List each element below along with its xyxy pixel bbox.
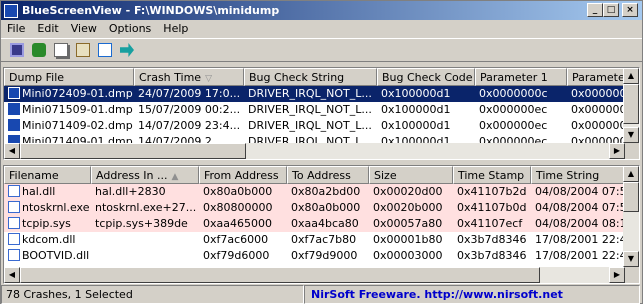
status-bar: 78 Crashes, 1 Selected NirSoft Freeware.… [1, 285, 642, 304]
menu-view[interactable]: View [65, 22, 103, 35]
html-report-button[interactable] [95, 40, 115, 60]
title-bar[interactable]: BlueScreenView - F:\WINDOWS\minidump _ □… [1, 1, 642, 20]
driver-file-icon [8, 201, 20, 213]
column-time-stamp[interactable]: Time Stamp [453, 166, 531, 184]
copy-button[interactable] [51, 40, 71, 60]
driver-row[interactable]: ntoskrnl.exe ntoskrnl.exe+27... 0x808000… [4, 200, 625, 216]
scroll-right-icon[interactable]: ▶ [609, 267, 625, 283]
properties-button[interactable] [73, 40, 93, 60]
crash-list-header: Dump File Crash Time ▽ Bug Check String B… [4, 68, 625, 86]
scroll-up-icon[interactable]: ▲ [623, 166, 639, 182]
driver-list-header: Filename Address In ... ▲ From Address To… [4, 166, 625, 184]
sort-down-icon: ▽ [205, 74, 212, 84]
crash-row[interactable]: Mini071409-02.dmp 14/07/2009 23:4... DRI… [4, 118, 625, 134]
scroll-left-icon[interactable]: ◀ [4, 143, 20, 159]
scroll-thumb[interactable] [623, 182, 639, 212]
column-time-string[interactable]: Time String [531, 166, 625, 184]
crash-list-hscrollbar[interactable]: ◀ ▶ [4, 143, 625, 159]
driver-list-panel: Filename Address In ... ▲ From Address To… [3, 165, 640, 284]
driver-row[interactable]: BOOTVID.dll 0xf79d6000 0xf79d9000 0x0000… [4, 248, 625, 264]
driver-list-vscrollbar[interactable]: ▲ ▼ [623, 166, 639, 267]
save-button[interactable] [7, 40, 27, 60]
dump-file-icon [8, 135, 20, 143]
column-address-in-stack[interactable]: Address In ... ▲ [91, 166, 199, 184]
column-parameter-2[interactable]: Parameter [567, 68, 625, 86]
column-filename[interactable]: Filename [4, 166, 91, 184]
copy-icon [54, 43, 68, 57]
window-title: BlueScreenView - F:\WINDOWS\minidump [22, 4, 280, 17]
minimize-button[interactable]: _ [587, 3, 603, 17]
app-icon [4, 3, 18, 18]
crash-row[interactable]: Mini072409-01.dmp 24/07/2009 17:0... DRI… [4, 86, 625, 102]
column-parameter-1[interactable]: Parameter 1 [475, 68, 567, 86]
column-from-address[interactable]: From Address [199, 166, 287, 184]
refresh-icon [32, 43, 46, 57]
scroll-thumb[interactable] [20, 143, 246, 159]
driver-file-icon [8, 217, 20, 229]
crash-list-vscrollbar[interactable]: ▲ ▼ [623, 68, 639, 143]
toolbar [1, 38, 642, 62]
save-icon [10, 43, 24, 57]
column-bug-check-string[interactable]: Bug Check String [244, 68, 377, 86]
column-to-address[interactable]: To Address [287, 166, 369, 184]
scroll-left-icon[interactable]: ◀ [4, 267, 20, 283]
column-bug-check-code[interactable]: Bug Check Code [377, 68, 475, 86]
scroll-thumb[interactable] [623, 84, 639, 124]
driver-file-icon [8, 185, 20, 197]
driver-file-icon [8, 249, 20, 261]
html-report-icon [98, 43, 112, 57]
dump-file-icon [8, 119, 20, 131]
status-crash-count: 78 Crashes, 1 Selected [1, 285, 304, 304]
menu-edit[interactable]: Edit [31, 22, 64, 35]
menu-options[interactable]: Options [103, 22, 157, 35]
close-button[interactable]: × [622, 3, 638, 17]
dump-file-icon [8, 87, 20, 99]
menu-bar: File Edit View Options Help [1, 20, 642, 37]
scroll-corner [625, 267, 639, 283]
driver-list-hscrollbar[interactable]: ◀ ▶ [4, 267, 625, 283]
column-crash-time[interactable]: Crash Time ▽ [134, 68, 244, 86]
nirsoft-link[interactable]: NirSoft Freeware. http://www.nirsoft.net [304, 285, 640, 304]
crash-row[interactable]: Mini071409-01.dmp 14/07/2009 2... DRIVER… [4, 134, 625, 143]
scroll-up-icon[interactable]: ▲ [623, 68, 639, 84]
exit-button[interactable] [117, 40, 137, 60]
sort-up-icon: ▲ [171, 172, 179, 182]
driver-row[interactable]: tcpip.sys tcpip.sys+389de 0xaa465000 0xa… [4, 216, 625, 232]
crash-row[interactable]: Mini071509-01.dmp 15/07/2009 00:2... DRI… [4, 102, 625, 118]
menu-help[interactable]: Help [157, 22, 194, 35]
dump-file-icon [8, 103, 20, 115]
refresh-button[interactable] [29, 40, 49, 60]
column-dump-file[interactable]: Dump File [4, 68, 134, 86]
column-size[interactable]: Size [369, 166, 453, 184]
scroll-down-icon[interactable]: ▼ [623, 127, 639, 143]
maximize-button[interactable]: □ [603, 3, 619, 17]
menu-file[interactable]: File [1, 22, 31, 35]
crash-list-panel: Dump File Crash Time ▽ Bug Check String B… [3, 67, 640, 160]
driver-file-icon [8, 233, 20, 245]
scroll-corner [625, 143, 639, 159]
main-window: BlueScreenView - F:\WINDOWS\minidump _ □… [0, 0, 643, 304]
scroll-right-icon[interactable]: ▶ [609, 143, 625, 159]
driver-row[interactable]: hal.dll hal.dll+2830 0x80a0b000 0x80a2bd… [4, 184, 625, 200]
driver-row[interactable]: kdcom.dll 0xf7ac6000 0xf7ac7b80 0x00001b… [4, 232, 625, 248]
scroll-down-icon[interactable]: ▼ [623, 251, 639, 267]
properties-icon [76, 43, 90, 57]
scroll-thumb[interactable] [20, 267, 540, 283]
exit-icon [120, 43, 134, 57]
